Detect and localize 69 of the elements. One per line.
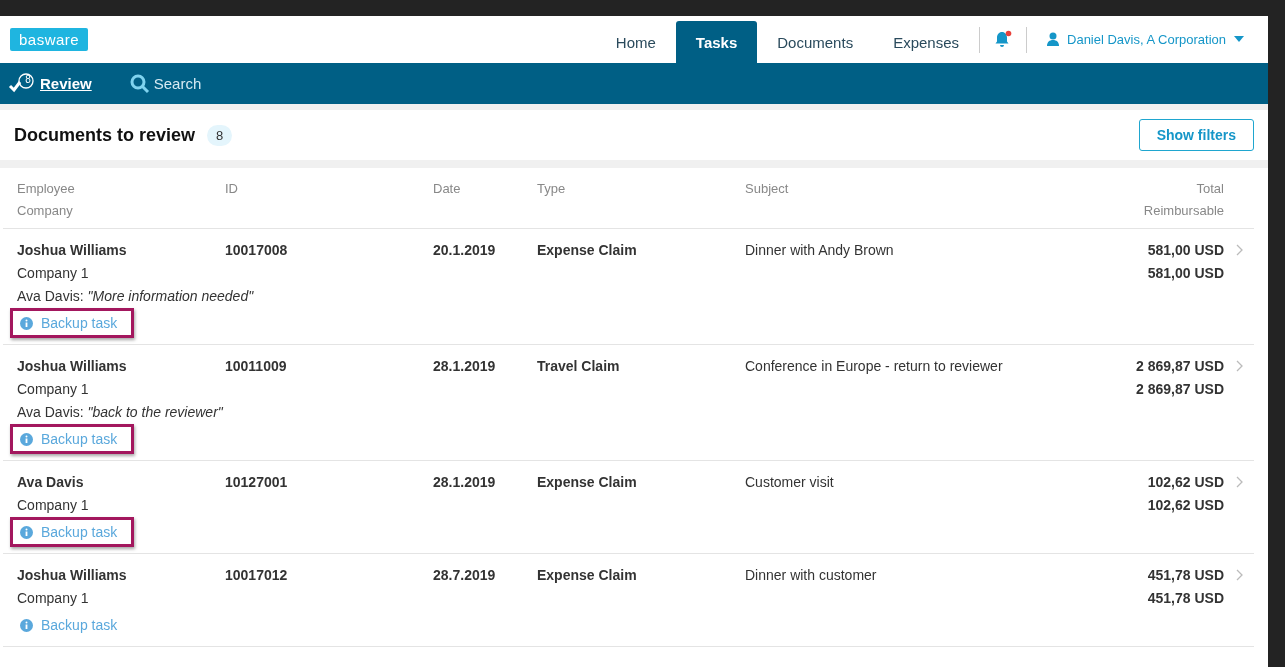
panel-title: Documents to review: [14, 124, 196, 146]
total-amount: 581,00 USD: [1146, 241, 1224, 260]
column-header[interactable]: ID: [225, 178, 433, 222]
info-icon: [20, 525, 33, 539]
table-cell-text: Dinner with customer: [745, 566, 878, 585]
table-cell-text: Expense Claim: [537, 566, 638, 585]
table-cell-text: 10011009: [225, 357, 288, 376]
column-header[interactable]: Type: [537, 178, 745, 222]
table-cell-text: Expense Claim: [537, 473, 638, 492]
company-name: Company 1: [17, 264, 90, 283]
employee-name: Joshua Williams: [17, 566, 128, 585]
table-cell-text: 28.1.2019: [433, 473, 497, 492]
check-badge-icon: [8, 72, 36, 95]
table-cell-text: 28.7.2019: [433, 566, 497, 585]
caret-icon: [1234, 36, 1244, 42]
company-name: Company 1: [17, 380, 90, 399]
total-amount: 102,62 USD: [1146, 473, 1224, 492]
review-link[interactable]: 8 Review: [8, 72, 92, 95]
table-cell-text: 10017008: [225, 241, 289, 260]
company-name: Company 1: [17, 589, 90, 608]
column-header[interactable]: Subject: [745, 178, 1045, 222]
table-cell-text: Travel Claim: [537, 357, 621, 376]
chevron-icon[interactable]: [1236, 360, 1244, 372]
reimbursable-amount: 451,78 USD: [1146, 589, 1224, 608]
table-cell-text: Conference in Europe - return to reviewer: [745, 357, 1004, 376]
table-cell-text: Customer visit: [745, 473, 835, 492]
review-comment: Ava Davis: "back to the reviewer": [17, 403, 223, 422]
table-cell-text: 10017012: [225, 566, 289, 585]
table-cell-text: Expense Claim: [537, 241, 638, 260]
table-cell-text: 20.1.2019: [433, 241, 497, 260]
nav-tab[interactable]: Home: [595, 21, 676, 63]
table-cell-text: Dinner with Andy Brown: [745, 241, 895, 260]
count-badge: 8: [207, 124, 233, 146]
search-link[interactable]: Search: [129, 73, 202, 94]
chevron-icon[interactable]: [1236, 569, 1244, 581]
employee-name: Ava Davis: [17, 473, 85, 492]
nav-tab[interactable]: Tasks: [675, 21, 758, 63]
company-name: Company 1: [17, 496, 90, 515]
reimbursable-amount: 2 869,87 USD: [1135, 380, 1224, 399]
nav-tab[interactable]: Expenses: [873, 21, 979, 63]
total-amount: 2 869,87 USD: [1135, 357, 1224, 376]
info-icon: [20, 618, 33, 632]
search-icon: [129, 73, 150, 94]
employee-name: Joshua Williams: [17, 241, 128, 260]
show-filters-button[interactable]: Show filters: [1138, 119, 1254, 151]
user-menu[interactable]: Daniel Davis, A Corporation: [1027, 21, 1268, 63]
table-cell-text: 10127001: [225, 473, 289, 492]
reimbursable-amount: 102,62 USD: [1146, 496, 1224, 515]
reimbursable-amount: 581,00 USD: [1146, 264, 1224, 283]
nav-tab[interactable]: Documents: [757, 21, 874, 63]
total-amount: 451,78 USD: [1146, 566, 1224, 585]
chevron-icon[interactable]: [1236, 476, 1244, 488]
column-header[interactable]: Total Reimbursable: [1045, 178, 1224, 222]
bell-icon[interactable]: [994, 30, 1012, 48]
logo[interactable]: basware: [10, 28, 89, 51]
backup-task-link[interactable]: Backup task: [20, 615, 118, 635]
backup-task-link[interactable]: Backup task: [20, 313, 118, 333]
table-cell-text: 28.1.2019: [433, 357, 497, 376]
column-header[interactable]: Date: [433, 178, 537, 222]
backup-task-link[interactable]: Backup task: [20, 429, 118, 449]
review-comment: Ava Davis: "More information needed": [17, 287, 254, 306]
person-icon: [1047, 32, 1059, 46]
info-icon: [20, 316, 33, 330]
review-count: 8: [24, 73, 32, 86]
chevron-icon[interactable]: [1236, 244, 1244, 256]
info-icon: [20, 432, 33, 446]
backup-task-link[interactable]: Backup task: [20, 522, 118, 542]
column-header[interactable]: Employee Company: [17, 178, 225, 222]
employee-name: Joshua Williams: [17, 357, 128, 376]
